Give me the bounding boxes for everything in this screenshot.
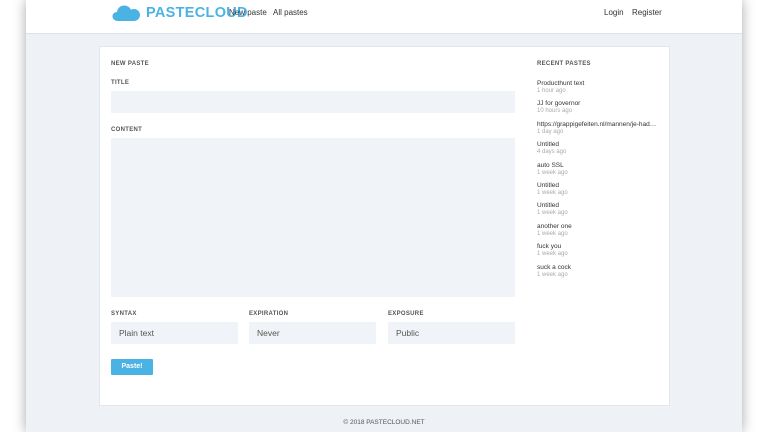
syntax-label: SYNTAX — [111, 311, 137, 317]
title-input[interactable] — [111, 91, 515, 113]
exposure-label: EXPOSURE — [388, 311, 424, 317]
recent-paste-name: https://grappigefeiten.nl/mannen/je-had-… — [537, 120, 657, 128]
recent-paste-time: 4 days ago — [537, 149, 567, 156]
recent-paste-item[interactable]: Untitled 1 week ago — [537, 182, 657, 202]
recent-paste-name: fuck you — [537, 243, 562, 251]
recent-pastes-heading: RECENT PASTES — [537, 61, 591, 67]
recent-paste-item[interactable]: suck a cock 1 week ago — [537, 264, 657, 284]
recent-paste-time: 1 week ago — [537, 271, 568, 278]
footer-copyright: © 2018 PASTECLOUD.NET — [343, 419, 425, 426]
nav-new-paste[interactable]: New paste — [229, 8, 267, 17]
recent-paste-item[interactable]: Untitled 4 days ago — [537, 141, 657, 161]
recent-paste-time: 1 week ago — [537, 230, 568, 237]
recent-paste-name: another one — [537, 222, 572, 230]
recent-paste-time: 1 week ago — [537, 189, 568, 196]
recent-pastes-list: Producthunt text 1 hour ago JJ for govern… — [537, 80, 657, 284]
recent-paste-time: 1 week ago — [537, 169, 568, 176]
recent-paste-item[interactable]: fuck you 1 week ago — [537, 243, 657, 263]
nav-all-pastes[interactable]: All pastes — [273, 8, 308, 17]
recent-paste-item[interactable]: Untitled 1 week ago — [537, 202, 657, 222]
content-label: CONTENT — [111, 127, 143, 133]
recent-paste-item[interactable]: another one 1 week ago — [537, 223, 657, 243]
recent-paste-item[interactable]: auto SSL 1 week ago — [537, 162, 657, 182]
brand-logo[interactable]: PASTECLOUD — [112, 3, 248, 23]
new-paste-heading: NEW PASTE — [111, 61, 149, 67]
title-label: TITLE — [111, 80, 130, 86]
recent-paste-name: Untitled — [537, 141, 560, 149]
recent-paste-item[interactable]: Producthunt text 1 hour ago — [537, 80, 657, 100]
expiration-label: EXPIRATION — [249, 311, 289, 317]
exposure-select[interactable]: Public — [388, 322, 515, 344]
content-textarea[interactable] — [111, 138, 515, 297]
recent-paste-name: Producthunt text — [537, 80, 585, 87]
paste-button[interactable]: Paste! — [111, 359, 153, 375]
navbar: PASTECLOUD New paste All pastes Login Re… — [26, 0, 742, 34]
recent-paste-time: 1 week ago — [537, 251, 568, 258]
recent-paste-time: 1 week ago — [537, 210, 568, 217]
recent-paste-name: suck a cock — [537, 263, 571, 271]
recent-paste-name: JJ for governor — [537, 100, 581, 108]
recent-paste-name: Untitled — [537, 202, 560, 210]
paste-card: NEW PASTE TITLE CONTENT SYNTAX Plain tex… — [99, 46, 670, 406]
nav-login[interactable]: Login — [604, 8, 624, 17]
recent-paste-item[interactable]: https://grappigefeiten.nl/mannen/je-had-… — [537, 121, 657, 141]
recent-paste-name: Untitled — [537, 181, 560, 189]
expiration-select[interactable]: Never — [249, 322, 376, 344]
browser-window: PASTECLOUD New paste All pastes Login Re… — [26, 0, 742, 432]
recent-paste-time: 1 hour ago — [537, 88, 566, 94]
recent-paste-time: 1 day ago — [537, 128, 564, 135]
cloud-icon — [112, 5, 140, 21]
recent-paste-time: 10 hours ago — [537, 108, 573, 115]
recent-paste-item[interactable]: JJ for governor 10 hours ago — [537, 100, 657, 120]
recent-paste-name: auto SSL — [537, 161, 564, 169]
syntax-select[interactable]: Plain text — [111, 322, 238, 344]
nav-register[interactable]: Register — [632, 8, 662, 17]
